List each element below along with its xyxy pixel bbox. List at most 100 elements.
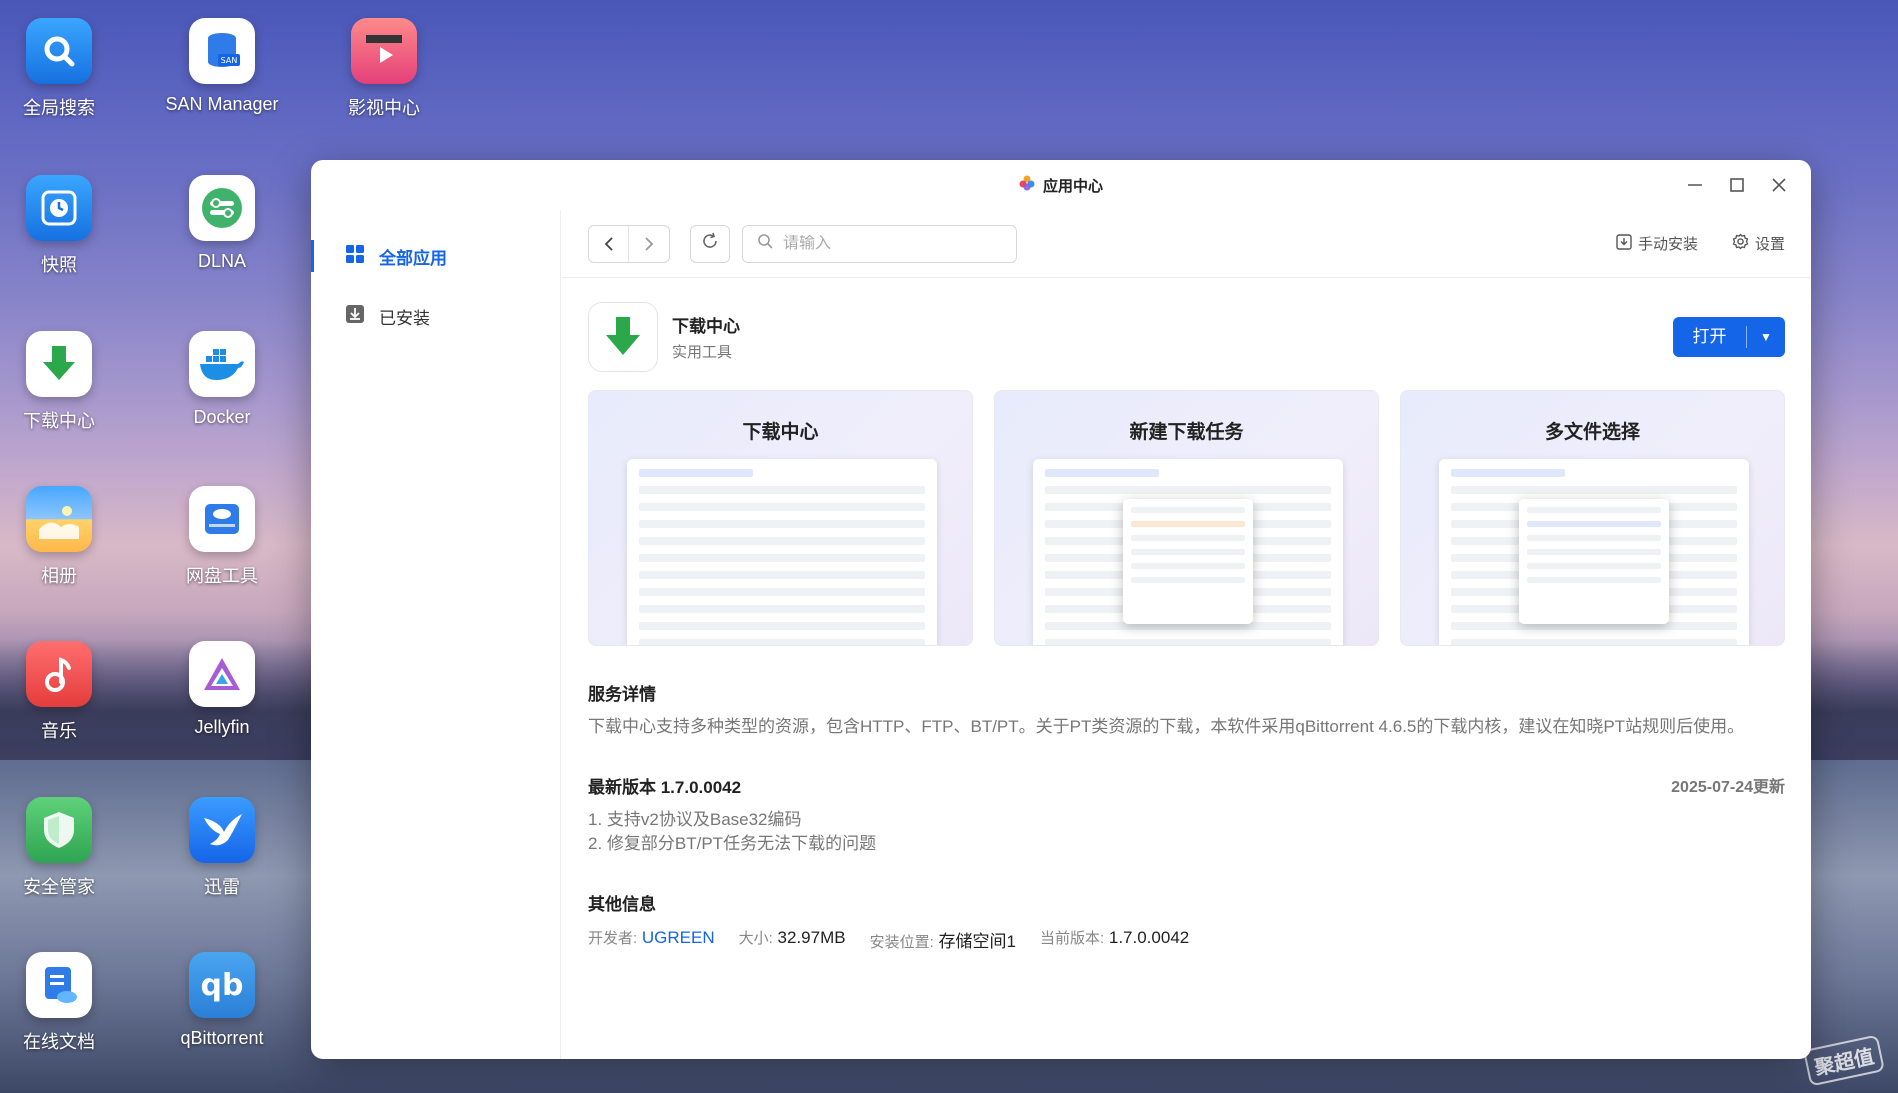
screenshot-card[interactable]: 新建下载任务 xyxy=(994,390,1379,646)
screenshot-gallery: 下载中心 新建下载任务 多文件选择 xyxy=(588,390,1785,646)
sidebar-item-all-apps[interactable]: 全部应用 xyxy=(311,226,560,286)
forward-icon[interactable] xyxy=(629,226,669,262)
photo-icon xyxy=(26,486,92,552)
service-title: 服务详情 xyxy=(588,685,656,704)
search-icon xyxy=(26,18,92,84)
install-icon xyxy=(1616,233,1632,254)
location-key: 安装位置: xyxy=(869,934,934,951)
back-icon[interactable] xyxy=(589,225,629,262)
grid-icon xyxy=(345,244,365,269)
docker-icon xyxy=(189,331,255,397)
desktop-icon-label: 安全管家 xyxy=(23,877,95,897)
version-title: 最新版本 1.7.0.0042 xyxy=(588,778,742,797)
shield-icon xyxy=(26,797,92,863)
desktop-icon-xunlei[interactable]: 迅雷 xyxy=(152,797,292,899)
app-header: 下载中心 实用工具 打开 ▼ xyxy=(588,302,1785,372)
screenshot-title: 新建下载任务 xyxy=(1129,422,1244,443)
screenshot-card[interactable]: 下载中心 xyxy=(588,390,973,646)
version-notes: 1. 支持v2协议及Base32编码 2. 修复部分BT/PT任务无法下载的问题 xyxy=(588,808,1785,856)
desktop-icon-download-center[interactable]: 下载中心 xyxy=(0,331,129,433)
version-note: 1. 支持v2协议及Base32编码 xyxy=(588,810,802,829)
other-info-title: 其他信息 xyxy=(588,895,656,914)
developer-link[interactable]: UGREEN xyxy=(642,928,715,947)
desktop-icon-label: DLNA xyxy=(197,251,246,271)
desktop-icon-dlna[interactable]: DLNA xyxy=(152,175,292,272)
desktop-icon-label: Docker xyxy=(193,407,251,427)
manual-install-label: 手动安装 xyxy=(1637,236,1698,253)
video-icon xyxy=(351,18,417,84)
refresh-button[interactable] xyxy=(690,224,730,263)
chevron-down-icon[interactable]: ▼ xyxy=(1747,330,1785,344)
screenshot-card[interactable]: 多文件选择 xyxy=(1400,390,1785,646)
desktop-icon-san-manager[interactable]: SAN SAN Manager xyxy=(152,18,292,115)
app-center-window: 应用中心 全部应用 已安装 请输入 手动安装 设置 下载中心 实用工具 打开 ▼… xyxy=(311,160,1811,1059)
desktop-icon-label: 下载中心 xyxy=(23,411,95,431)
music-note-icon xyxy=(26,641,92,707)
dialog-preview xyxy=(1519,499,1669,624)
qbittorrent-icon: qb xyxy=(189,952,255,1018)
open-button[interactable]: 打开 ▼ xyxy=(1673,317,1785,357)
other-info-section: 其他信息 开发者: UGREEN 大小: 32.97MB 安装位置: 存储空间1… xyxy=(588,890,1785,952)
screenshot-title: 下载中心 xyxy=(742,422,819,443)
desktop-icon-label: 影视中心 xyxy=(348,98,420,118)
installed-icon xyxy=(345,304,365,329)
desktop-icon-music[interactable]: 音乐 xyxy=(0,641,129,743)
dialog-preview xyxy=(1123,499,1253,624)
bird-icon xyxy=(189,797,255,863)
minimize-icon[interactable] xyxy=(1685,175,1705,195)
desktop-icon-label: qBittorrent xyxy=(180,1028,264,1048)
screenshot-preview xyxy=(627,459,937,645)
nav-button-group xyxy=(588,224,670,263)
size-key: 大小: xyxy=(738,930,773,947)
sidebar-item-installed[interactable]: 已安装 xyxy=(311,286,560,346)
version-note: 2. 修复部分BT/PT任务无法下载的问题 xyxy=(588,834,877,853)
desktop-icon-label: 在线文档 xyxy=(23,1032,95,1052)
cloud-drive-icon xyxy=(189,486,255,552)
desktop-icon-security[interactable]: 安全管家 xyxy=(0,797,129,899)
desktop-icon-label: 迅雷 xyxy=(204,877,240,897)
jellyfin-icon xyxy=(189,641,255,707)
desktop-icon-jellyfin[interactable]: Jellyfin xyxy=(152,641,292,738)
desktop-icon-docker[interactable]: Docker xyxy=(152,331,292,428)
desktop-icon-label: 相册 xyxy=(41,566,77,586)
toolbar: 手动安装 设置 xyxy=(562,210,1811,278)
window-title: 应用中心 xyxy=(1042,177,1103,195)
close-icon[interactable] xyxy=(1769,175,1789,195)
desktop-icon-snapshot[interactable]: 快照 xyxy=(0,175,129,277)
sidebar: 全部应用 已安装 xyxy=(311,210,561,1059)
desktop-icon-cloud-tools[interactable]: 网盘工具 xyxy=(152,486,292,588)
location-value: 存储空间1 xyxy=(938,932,1016,951)
sidebar-item-label: 已安装 xyxy=(379,308,430,328)
desktop-icon-label: 快照 xyxy=(41,255,77,275)
desktop-icon-video-center[interactable]: 影视中心 xyxy=(314,18,454,120)
desktop-icon-online-docs[interactable]: 在线文档 xyxy=(0,952,129,1054)
settings-label: 设置 xyxy=(1754,236,1785,253)
size-value: 32.97MB xyxy=(777,928,846,947)
version-date: 2025-07-24更新 xyxy=(1671,779,1785,796)
search-box[interactable] xyxy=(742,224,1017,263)
desktop-icon-qbittorrent[interactable]: qb qBittorrent xyxy=(152,952,292,1049)
window-titlebar[interactable]: 应用中心 xyxy=(311,160,1811,210)
search-input[interactable] xyxy=(783,234,1003,253)
settings-button[interactable]: 设置 xyxy=(1732,233,1785,254)
refresh-icon xyxy=(701,232,719,255)
open-label[interactable]: 打开 xyxy=(1673,326,1747,348)
clock-icon xyxy=(26,175,92,241)
download-arrow-icon xyxy=(588,302,658,372)
main-panel: 手动安装 设置 下载中心 实用工具 xyxy=(562,210,1811,1059)
developer-key: 开发者: xyxy=(588,930,638,947)
desktop-icon-album[interactable]: 相册 xyxy=(0,486,129,588)
current-version-value: 1.7.0.0042 xyxy=(1108,928,1190,947)
svg-text:SAN: SAN xyxy=(221,56,238,65)
manual-install-button[interactable]: 手动安装 xyxy=(1616,233,1698,254)
screenshot-preview xyxy=(1439,459,1749,645)
desktop-icon-label: 网盘工具 xyxy=(186,566,258,586)
desktop-icon-label: SAN Manager xyxy=(165,94,279,114)
desktop-icon-search[interactable]: 全局搜索 xyxy=(0,18,129,120)
desktop-icon-label: 全局搜索 xyxy=(23,98,95,118)
sidebar-item-label: 全部应用 xyxy=(379,248,447,268)
gear-icon xyxy=(1732,233,1749,254)
desktop-icon-label: 音乐 xyxy=(41,721,77,741)
screenshot-title: 多文件选择 xyxy=(1544,422,1640,443)
maximize-icon[interactable] xyxy=(1727,175,1747,195)
